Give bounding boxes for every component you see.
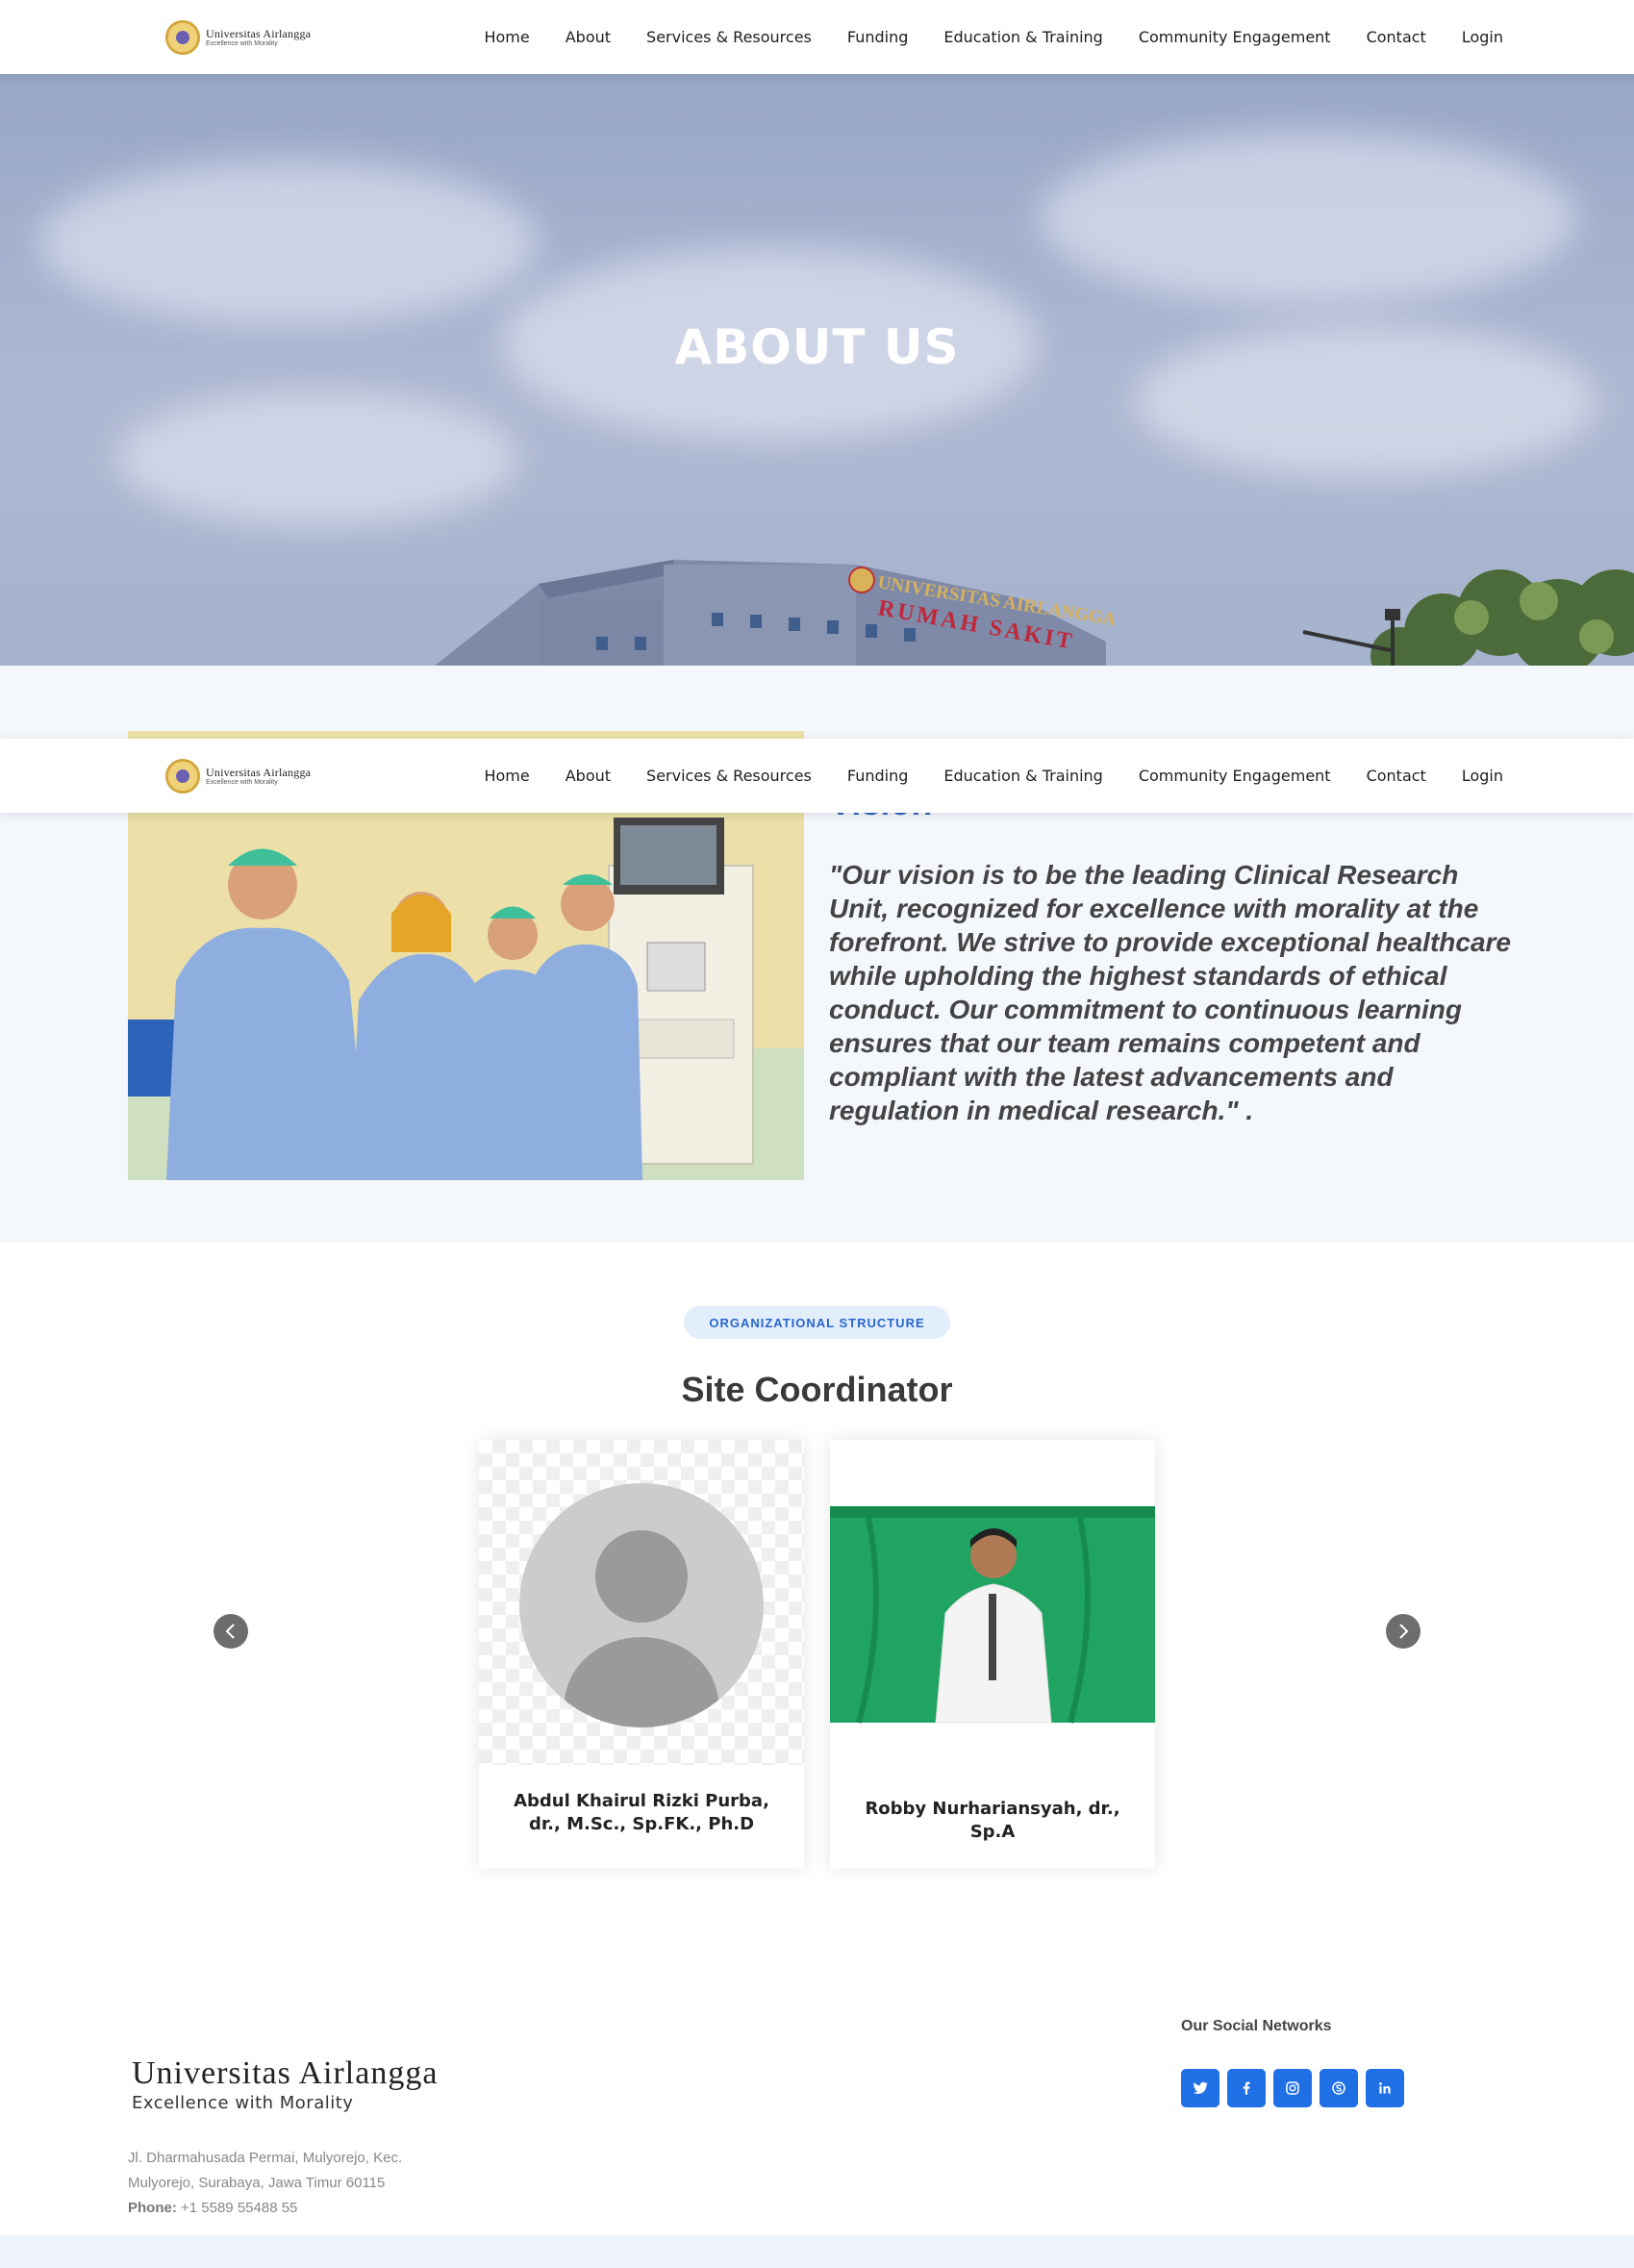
footer: Universitas Airlangga Excellence with Mo…: [0, 1935, 1634, 2235]
twitter-button[interactable]: [1181, 2069, 1219, 2107]
member-card[interactable]: Abdul Khairul Rizki Purba, dr., M.Sc., S…: [479, 1440, 804, 1869]
footer-logo[interactable]: Universitas Airlangga Excellence with Mo…: [132, 2055, 439, 2114]
phone-line: Phone: +1 5589 55488 55: [128, 2196, 402, 2221]
avatar-placeholder-icon: [519, 1483, 764, 1727]
brand-name: Universitas Airlangga: [206, 27, 312, 40]
nav-services-resources[interactable]: Services & Resources: [646, 28, 812, 46]
org-structure-section: ORGANIZATIONAL STRUCTURE Site Coordinato…: [0, 1243, 1634, 1935]
main-nav: Home About Services & Resources Funding …: [484, 739, 1503, 813]
linkedin-icon: [1379, 2082, 1391, 2094]
brand-tagline: Excellence with Morality: [206, 40, 278, 47]
chevron-left-icon: [225, 1624, 235, 1639]
chevron-right-icon: [1399, 1624, 1409, 1639]
phone-number: +1 5589 55488 55: [181, 2200, 298, 2216]
bottom-strip: [0, 2235, 1634, 2268]
nav-services-resources[interactable]: Services & Resources: [646, 767, 812, 785]
nav-education-training[interactable]: Education & Training: [943, 28, 1102, 46]
carousel-prev-button[interactable]: [214, 1614, 248, 1649]
top-navbar: Universitas Airlangga Excellence with Mo…: [0, 0, 1634, 74]
sticky-navbar: Universitas Airlangga Excellence with Mo…: [0, 739, 1634, 813]
member-name: Abdul Khairul Rizki Purba, dr., M.Sc., S…: [514, 1791, 769, 1834]
social-links: [1181, 2069, 1404, 2107]
nav-home[interactable]: Home: [484, 28, 529, 46]
phone-label: Phone:: [128, 2200, 177, 2216]
section-badge: ORGANIZATIONAL STRUCTURE: [684, 1306, 950, 1339]
university-seal-icon: [165, 20, 200, 55]
nav-education-training[interactable]: Education & Training: [943, 767, 1102, 785]
nav-community-engagement[interactable]: Community Engagement: [1139, 28, 1331, 46]
nav-home[interactable]: Home: [484, 767, 529, 785]
nav-funding[interactable]: Funding: [847, 767, 909, 785]
brand-tagline: Excellence with Morality: [206, 779, 278, 786]
linkedin-button[interactable]: [1366, 2069, 1404, 2107]
member-photo: [830, 1440, 1155, 1765]
carousel-next-button[interactable]: [1386, 1614, 1420, 1649]
facebook-button[interactable]: [1227, 2069, 1266, 2107]
section-title: Site Coordinator: [681, 1370, 953, 1409]
nav-funding[interactable]: Funding: [847, 28, 909, 46]
hero-title: ABOUT US: [674, 319, 960, 375]
facebook-icon: [1243, 2081, 1250, 2095]
brand-logo[interactable]: Universitas Airlangga Excellence with Mo…: [165, 20, 311, 55]
nav-contact[interactable]: Contact: [1367, 28, 1426, 46]
vision-statement: "Our vision is to be the leading Clinica…: [829, 860, 1511, 1125]
nav-contact[interactable]: Contact: [1367, 767, 1426, 785]
nav-login[interactable]: Login: [1462, 767, 1503, 785]
hero-banner: UNIVERSITAS AIRLANGGA RUMAH SAKIT ABOUT …: [0, 74, 1634, 666]
twitter-icon: [1193, 2081, 1209, 2094]
main-nav: Home About Services & Resources Funding …: [484, 0, 1503, 74]
footer-logo-tagline: Excellence with Morality: [132, 2093, 354, 2113]
skype-icon: [1332, 2081, 1345, 2095]
nav-community-engagement[interactable]: Community Engagement: [1139, 767, 1331, 785]
footer-logo-name: Universitas Airlangga: [132, 2055, 439, 2091]
brand-name: Universitas Airlangga: [206, 766, 312, 779]
address-line: Jl. Dharmahusada Permai, Mulyorejo, Kec.: [128, 2150, 403, 2166]
social-title: Our Social Networks: [1181, 2018, 1332, 2034]
university-seal-icon: [165, 759, 200, 794]
brand-logo[interactable]: Universitas Airlangga Excellence with Mo…: [165, 759, 311, 794]
nav-about[interactable]: About: [566, 767, 611, 785]
nav-about[interactable]: About: [566, 28, 611, 46]
member-name: Robby Nurhariansyah, dr., Sp.A: [865, 1799, 1120, 1842]
nav-login[interactable]: Login: [1462, 28, 1503, 46]
instagram-icon: [1286, 2081, 1299, 2095]
footer-address: Jl. Dharmahusada Permai, Mulyorejo, Kec.…: [128, 2146, 402, 2221]
member-card[interactable]: Robby Nurhariansyah, dr., Sp.A: [830, 1440, 1155, 1869]
member-portrait-image: [830, 1440, 1155, 1765]
address-line: Mulyorejo, Surabaya, Jawa Timur 60115: [128, 2175, 386, 2191]
member-photo: [479, 1440, 804, 1765]
instagram-button[interactable]: [1273, 2069, 1312, 2107]
skype-button[interactable]: [1320, 2069, 1358, 2107]
